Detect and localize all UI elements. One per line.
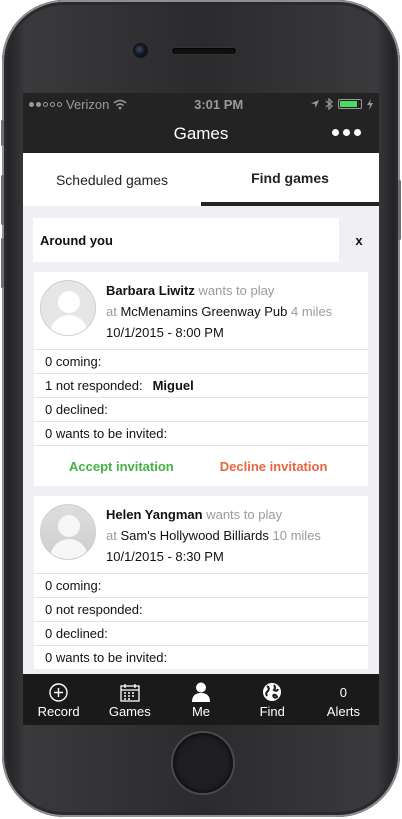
declined-row: 0 declined: (34, 397, 368, 421)
declined-count: 0 declined: (45, 402, 108, 417)
wants-invited-row: 0 wants to be invited: (34, 645, 368, 669)
mute-switch (1, 120, 4, 146)
volume-down-button (1, 238, 4, 288)
host-name[interactable]: Barbara Liwitz (106, 283, 195, 298)
venue-name[interactable]: Sam's Hollywood Billiards (120, 528, 268, 543)
status-indicators (310, 98, 373, 110)
card-actions: Accept invitation Decline invitation (34, 445, 368, 486)
power-button (398, 180, 401, 240)
carrier-info: Verizon (29, 97, 127, 112)
charging-icon (366, 98, 373, 110)
alerts-count-badge: 0 (339, 684, 348, 700)
card-header: Helen Yangman wants to play at Sam's Hol… (34, 496, 368, 573)
globe-icon (263, 683, 282, 701)
tab-label: Record (37, 704, 80, 719)
app-screen: Verizon 3:01 PM Games Scheduled games Fi… (23, 93, 379, 674)
tab-alerts[interactable]: 0 Alerts (308, 674, 379, 725)
more-icon[interactable] (332, 129, 361, 136)
declined-row: 0 declined: (34, 621, 368, 645)
distance: 10 miles (272, 528, 321, 543)
game-datetime: 10/1/2015 - 8:00 PM (106, 325, 224, 340)
coming-row: 0 coming: (34, 573, 368, 597)
location-arrow-icon (310, 100, 319, 108)
tab-record[interactable]: Record (23, 674, 94, 725)
avatar (40, 280, 96, 336)
carrier-name: Verizon (66, 96, 110, 112)
game-info: Helen Yangman wants to play at Sam's Hol… (106, 504, 321, 567)
bluetooth-icon (325, 98, 333, 110)
tab-label: Alerts (326, 704, 361, 719)
front-camera (135, 45, 146, 56)
not-responded-count: 1 not responded: (45, 378, 143, 393)
invitation-card: Barbara Liwitz wants to play at McMenami… (34, 272, 368, 486)
at-text: at (106, 304, 117, 319)
host-name[interactable]: Helen Yangman (106, 507, 203, 522)
calendar-icon (120, 683, 140, 702)
status-time: 3:01 PM (194, 96, 244, 112)
tab-label: Me (191, 704, 211, 719)
not-responded-count: 0 not responded: (45, 602, 143, 617)
tab-me[interactable]: Me (165, 674, 236, 725)
wants-text: wants to play (206, 507, 283, 522)
tab-label: Games (108, 704, 151, 719)
invitation-card: Helen Yangman wants to play at Sam's Hol… (34, 496, 368, 669)
home-button[interactable] (173, 733, 233, 793)
filter-row: Around you x (33, 218, 379, 262)
wants-invited-row: 0 wants to be invited: (34, 421, 368, 445)
plus-circle-icon (49, 682, 68, 702)
coming-count: 0 coming: (45, 578, 102, 593)
status-bar: Verizon 3:01 PM (23, 93, 379, 115)
person-icon (192, 682, 210, 702)
tab-label: Find (259, 704, 285, 719)
volume-up-button (1, 175, 4, 225)
segmented-tabs: Scheduled games Find games (23, 153, 379, 206)
distance: 4 miles (291, 304, 333, 319)
wants-text: wants to play (198, 283, 275, 298)
earpiece-speaker (172, 48, 236, 54)
game-datetime: 10/1/2015 - 8:30 PM (106, 549, 224, 564)
not-responded-name: Miguel (152, 378, 194, 393)
game-info: Barbara Liwitz wants to play at McMenami… (106, 280, 332, 343)
declined-count: 0 declined: (45, 626, 108, 641)
not-responded-row: 0 not responded: (34, 597, 368, 621)
avatar (40, 504, 96, 560)
tab-games[interactable]: Games (94, 674, 165, 725)
tab-find[interactable]: Find (237, 674, 308, 725)
not-responded-row: 1 not responded: Miguel (34, 373, 368, 397)
tab-scheduled-games[interactable]: Scheduled games (23, 153, 201, 206)
bottom-tab-bar: Record Games Me Find 0 Alerts (23, 674, 379, 725)
page-title: Games (173, 124, 229, 143)
venue-name[interactable]: McMenamins Greenway Pub (120, 304, 287, 319)
wants-invited-count: 0 wants to be invited: (45, 426, 168, 441)
wifi-icon (113, 99, 127, 109)
tab-find-games[interactable]: Find games (201, 153, 379, 206)
clear-filter-button[interactable]: x (339, 233, 379, 248)
coming-count: 0 coming: (45, 354, 102, 369)
wants-invited-count: 0 wants to be invited: (45, 650, 168, 665)
filter-label[interactable]: Around you (33, 218, 339, 262)
card-header: Barbara Liwitz wants to play at McMenami… (34, 272, 368, 349)
accept-invitation-button[interactable]: Accept invitation (69, 459, 174, 474)
coming-row: 0 coming: (34, 349, 368, 373)
battery-level (339, 101, 357, 107)
nav-bar: Games (23, 115, 379, 153)
battery-icon (337, 99, 362, 109)
signal-dots-icon (29, 101, 62, 107)
decline-invitation-button[interactable]: Decline invitation (220, 459, 328, 474)
at-text: at (106, 528, 117, 543)
